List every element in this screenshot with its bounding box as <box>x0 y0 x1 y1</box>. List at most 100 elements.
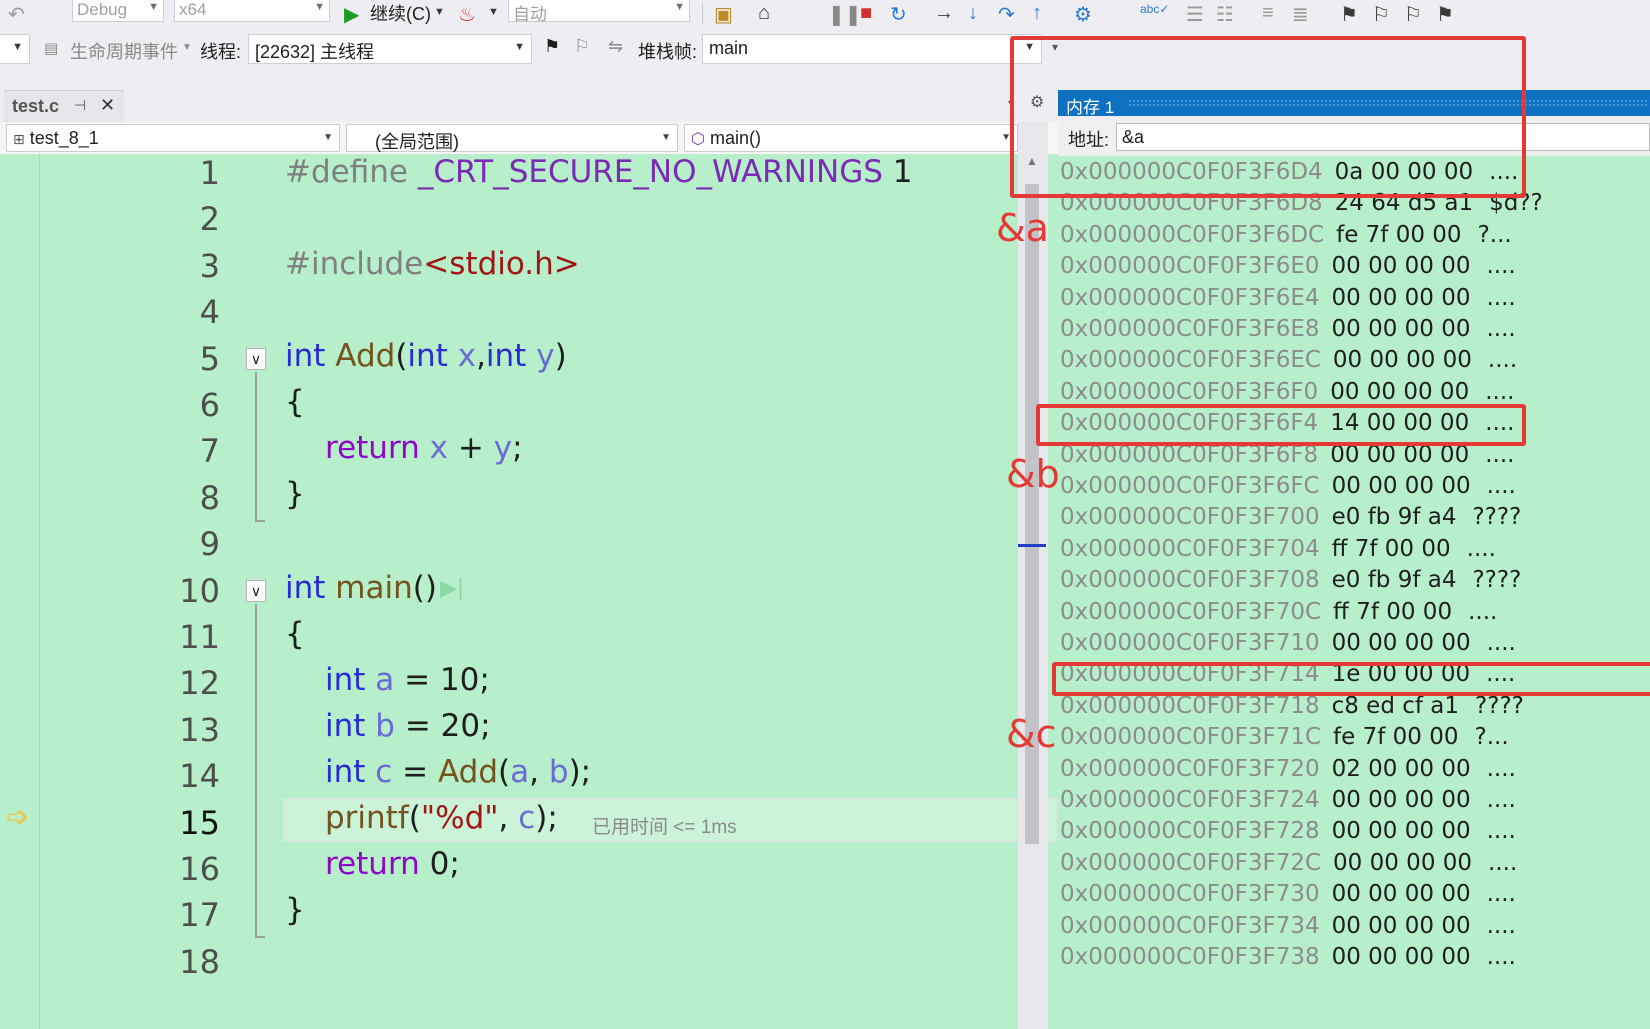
prev-bookmark-icon[interactable]: ⚐ <box>1372 2 1390 27</box>
memory-row[interactable]: 0x000000C0F0F3F728 00 00 00 00.... <box>1060 818 1516 849</box>
project-value: test_8_1 <box>29 128 99 148</box>
scope-value: (全局范围) <box>375 132 459 152</box>
stop-icon[interactable]: ■ <box>860 2 872 25</box>
memory-row[interactable]: 0x000000C0F0F3F6E0 00 00 00 00.... <box>1060 253 1516 284</box>
breakpoint-gutter[interactable] <box>0 154 40 1029</box>
restart-icon[interactable]: ↻ <box>890 2 907 27</box>
outdent-icon[interactable]: ≡ <box>1262 2 1274 25</box>
document-tabs: test.c ⊣ ✕ ▾ <box>0 90 1100 122</box>
memory-row[interactable]: 0x000000C0F0F3F6E4 00 00 00 00.... <box>1060 285 1516 316</box>
folder-search-icon[interactable]: ▣ <box>714 2 733 27</box>
memory-bytes: 00 00 00 00 <box>1331 944 1471 970</box>
chevron-down-icon: ▼ <box>514 41 525 53</box>
clear-bookmarks-icon[interactable]: ⚑ <box>1436 2 1454 27</box>
stack-frame-combo[interactable]: main ▼ <box>702 34 1042 64</box>
memory-row[interactable]: 0x000000C0F0F3F70C ff 7f 00 00.... <box>1060 599 1497 630</box>
token: y <box>536 338 555 374</box>
perf-tip[interactable]: 已用时间 <= 1ms <box>592 812 737 839</box>
process-combo[interactable]: ▼ <box>0 34 30 64</box>
lifecycle-events[interactable]: 生命周期事件 <box>70 38 178 64</box>
memory-row[interactable]: 0x000000C0F0F3F724 00 00 00 00.... <box>1060 787 1516 818</box>
annotation-box-c <box>1052 662 1650 696</box>
memory-row[interactable]: 0x000000C0F0F3F710 00 00 00 00.... <box>1060 630 1516 661</box>
memory-row[interactable]: 0x000000C0F0F3F72C 00 00 00 00.... <box>1060 850 1517 881</box>
memory-address: 0x000000C0F0F3F724 <box>1060 787 1320 813</box>
step-into-icon[interactable]: ↓ <box>968 2 978 25</box>
memory-row[interactable]: 0x000000C0F0F3F720 02 00 00 00.... <box>1060 756 1516 787</box>
memory-row[interactable]: 0x000000C0F0F3F6F8 00 00 00 00.... <box>1060 442 1514 473</box>
memory-bytes: 00 00 00 00 <box>1331 253 1471 280</box>
memory-row[interactable]: 0x000000C0F0F3F700 e0 fb 9f a4???? <box>1060 504 1521 535</box>
show-next-statement-icon[interactable]: → <box>934 2 954 25</box>
bookmark-icon[interactable]: ⚑ <box>1340 2 1358 27</box>
project-icon: ⊞ <box>13 131 25 147</box>
memory-bytes: c8 ed cf a1 <box>1331 692 1460 719</box>
chevron-down-icon[interactable]: ▼ <box>434 6 445 18</box>
chevron-down-icon[interactable]: ▼ <box>488 6 499 18</box>
undo-icon[interactable]: ↶ <box>8 2 25 27</box>
memory-grid[interactable]: 0x000000C0F0F3F6D4 0a 00 00 00.... 0x00000… <box>1058 156 1650 1029</box>
memory-chars: ???? <box>1475 692 1524 719</box>
memory-address: 0x000000C0F0F3F71C <box>1060 724 1322 751</box>
config-combo[interactable]: Debug ▼ <box>72 0 164 22</box>
memory-address: 0x000000C0F0F3F730 <box>1060 881 1320 908</box>
flag-threads-icon[interactable]: ⚐ <box>574 36 590 57</box>
chevron-down-icon: ▼ <box>661 132 671 143</box>
memory-row[interactable]: 0x000000C0F0F3F734 00 00 00 00.... <box>1060 913 1516 944</box>
home-icon[interactable]: ⌂ <box>758 2 770 25</box>
code-line-12: int a = 10; <box>40 662 1066 708</box>
step-out-icon[interactable]: ↑ <box>1032 2 1042 25</box>
play-icon[interactable]: ▶ <box>344 2 359 27</box>
memory-address: 0x000000C0F0F3F6FC <box>1060 473 1320 499</box>
pause-icon[interactable]: ❚❚ <box>828 2 862 27</box>
memory-row[interactable]: 0x000000C0F0F3F6E8 00 00 00 00.... <box>1060 316 1516 347</box>
pin-icon[interactable]: ⊣ <box>74 97 86 114</box>
comment-icon[interactable]: ☰ <box>1186 2 1204 27</box>
code-line-1: #define _CRT_SECURE_NO_WARNINGS 1 <box>40 154 1066 200</box>
memory-row[interactable]: 0x000000C0F0F3F738 00 00 00 00.... <box>1060 944 1516 975</box>
memory-row[interactable]: 0x000000C0F0F3F6FC 00 00 00 00.... <box>1060 473 1516 504</box>
auto-combo[interactable]: 自动 ▼ <box>508 0 690 24</box>
chevron-down-icon[interactable]: ▼ <box>182 42 192 53</box>
code-editor[interactable]: ∨ ∨ 1 2 3 4 5 6 7 8 9 10 11 12 13 14 15 16 17 18 #define … <box>40 154 1066 1029</box>
memory-address: 0x000000C0F0F3F70C <box>1060 598 1322 625</box>
token: #include <box>285 246 424 282</box>
token: = <box>392 754 439 790</box>
continue-button[interactable]: 继续(C) <box>370 0 431 26</box>
memory-chars: .... <box>1486 473 1516 499</box>
memory-window: 内存 1 地址: &a 0x000000C0F0F3F6D4 0a 00 00 0… <box>1058 90 1650 1029</box>
step-over-icon[interactable]: ↷ <box>998 2 1015 27</box>
run-to-click-icon[interactable]: ▶| <box>440 576 464 601</box>
indent-icon[interactable]: ≣ <box>1292 2 1309 27</box>
memory-row[interactable]: 0x000000C0F0F3F6EC 00 00 00 00.... <box>1060 347 1517 378</box>
token: c <box>375 754 393 790</box>
hex-display-icon[interactable]: ⚙ <box>1074 2 1092 27</box>
close-icon[interactable]: ✕ <box>100 95 115 116</box>
function-combo[interactable]: ⬡ main() ▼ <box>684 124 1018 152</box>
function-value: main() <box>709 128 761 148</box>
code-line-3: #include<stdio.h> <box>40 246 1066 292</box>
project-combo[interactable]: ⊞ test_8_1 ▼ <box>6 124 340 152</box>
spellcheck-icon[interactable]: abc✓ <box>1140 2 1169 16</box>
tab-label: test.c <box>12 96 60 116</box>
uncomment-icon[interactable]: ☷ <box>1216 2 1234 27</box>
platform-combo[interactable]: x64 ▼ <box>174 0 330 22</box>
memory-row[interactable]: 0x000000C0F0F3F730 00 00 00 00.... <box>1060 881 1516 912</box>
memory-address: 0x000000C0F0F3F734 <box>1060 912 1320 939</box>
token: c <box>518 800 536 836</box>
stack-toggle-icon[interactable]: ⇋ <box>608 36 623 57</box>
tab-test-c[interactable]: test.c ⊣ ✕ <box>4 90 124 122</box>
hot-reload-icon[interactable]: ♨ <box>458 2 476 27</box>
memory-row[interactable]: 0x000000C0F0F3F71C fe 7f 00 00?... <box>1060 724 1509 755</box>
memory-row[interactable]: 0x000000C0F0F3F718 c8 ed cf a1???? <box>1060 693 1524 724</box>
memory-row[interactable]: 0x000000C0F0F3F6DC fe 7f 00 00?... <box>1060 222 1512 253</box>
flag-icon[interactable]: ⚑ <box>544 36 560 57</box>
editor-scrollbar[interactable]: ▲ <box>1018 122 1048 1029</box>
next-bookmark-icon[interactable]: ⚐ <box>1404 2 1422 27</box>
thread-combo[interactable]: [22632] 主线程 ▼ <box>248 34 532 64</box>
token: + <box>448 430 494 466</box>
memory-address: 0x000000C0F0F3F6E4 <box>1060 284 1320 311</box>
memory-row[interactable]: 0x000000C0F0F3F704 ff 7f 00 00.... <box>1060 536 1496 567</box>
memory-row[interactable]: 0x000000C0F0F3F708 e0 fb 9f a4???? <box>1060 567 1521 598</box>
scope-combo[interactable]: (全局范围) ▼ <box>346 124 678 152</box>
